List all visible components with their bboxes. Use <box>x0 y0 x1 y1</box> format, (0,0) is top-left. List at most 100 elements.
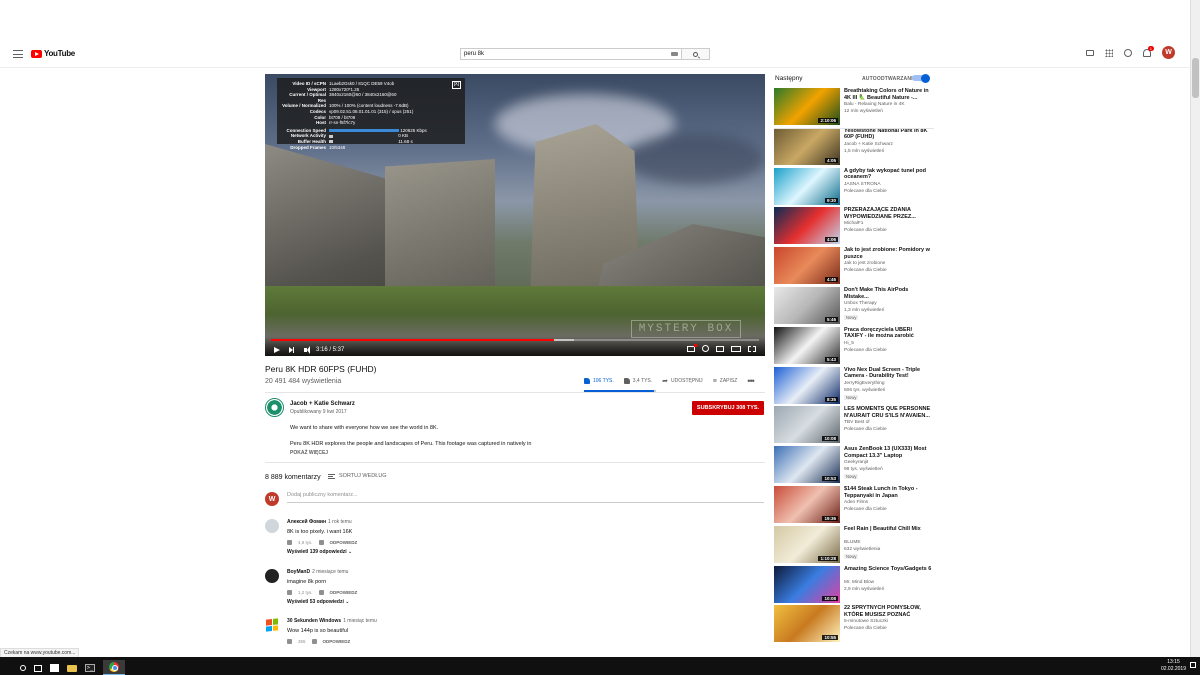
store-icon[interactable] <box>50 664 59 672</box>
search-button[interactable] <box>682 48 710 60</box>
recommended-channel[interactable]: Aden Films <box>844 500 868 505</box>
windows-logo-avatar[interactable] <box>265 617 279 632</box>
thumbs-down-icon[interactable] <box>311 639 317 644</box>
recommended-channel[interactable]: Mr. Mind Blow <box>844 580 874 585</box>
recommended-title[interactable]: Amazing Science Toys/Gadgets 6 <box>844 566 932 573</box>
account-avatar[interactable]: W <box>1162 46 1175 59</box>
recommended-title[interactable]: Breathtaking Colors of Nature in 4K III … <box>844 88 932 101</box>
recommended-title[interactable]: 22 SPRYTNYCH POMYSŁÓW, KTÓRE MUSISZ POZN… <box>844 605 932 618</box>
comment-author[interactable]: BoyManD <box>287 569 310 575</box>
comment-author[interactable]: Алексей Фомин <box>287 519 326 525</box>
recommended-title[interactable]: Asus ZenBook 13 (UX333) Most Compact 13.… <box>844 446 932 459</box>
action-center-icon[interactable] <box>1190 662 1196 668</box>
recommended-video[interactable]: 4:06 PRZERAŻAJĄCE ZDANIA WYPOWIEDZIANE PR… <box>774 207 934 245</box>
recommended-title[interactable]: PRZERAŻAJĄCE ZDANIA WYPOWIEDZIANE PRZEZ.… <box>844 207 932 220</box>
comment-author[interactable]: 30 Sekunden Windows <box>287 618 341 624</box>
view-replies-button[interactable]: Wyświetl 139 odpowiedzi ⌄ <box>287 549 352 555</box>
recommended-title[interactable]: Jak to jest zrobione: Pomidory w puszce <box>844 247 932 260</box>
video-thumbnail[interactable]: 4:06 <box>774 207 840 245</box>
keyboard-icon[interactable] <box>671 52 678 56</box>
video-player[interactable]: MYSTERY BOX [x] Video ID / sCPN 1Laeb2Gsk… <box>265 74 765 356</box>
dislike-button[interactable]: 3,4 TYS. <box>623 378 652 384</box>
reply-button[interactable]: ODPOWIEDZ <box>330 540 358 545</box>
reply-button[interactable]: ODPOWIEDZ <box>323 639 351 644</box>
recommended-video[interactable]: 10:53 Asus ZenBook 13 (UX333) Most Compac… <box>774 446 934 484</box>
share-button[interactable]: ➦ UDOSTĘPNIJ <box>662 377 703 385</box>
theater-mode-icon[interactable] <box>731 345 741 352</box>
video-thumbnail[interactable]: 1:10:28 <box>774 525 840 563</box>
video-thumbnail[interactable]: 4:05 <box>774 127 840 165</box>
video-thumbnail[interactable]: 8:35 <box>774 366 840 404</box>
recommended-channel[interactable]: Unbox Therapy <box>844 301 877 306</box>
play-icon[interactable] <box>274 347 280 353</box>
recommended-video[interactable]: 4:46 Jak to jest zrobione: Pomidory w pus… <box>774 247 934 285</box>
video-thumbnail[interactable]: 2:10:06 <box>774 88 840 125</box>
fullscreen-icon[interactable] <box>748 345 756 352</box>
video-thumbnail[interactable]: 10:53 <box>774 446 840 484</box>
channel-avatar[interactable] <box>265 398 284 417</box>
page-scrollbar[interactable] <box>1190 0 1200 657</box>
commenter-avatar[interactable] <box>265 569 279 583</box>
comment-time[interactable]: 2 miesiące temu <box>312 569 348 575</box>
video-thumbnail[interactable]: 5:43 <box>774 326 840 364</box>
messages-icon[interactable] <box>1124 48 1132 57</box>
recommended-channel[interactable]: Jak to jest zrobione <box>844 261 885 266</box>
video-thumbnail[interactable]: 4:46 <box>774 247 840 285</box>
progress-bar[interactable] <box>271 339 759 341</box>
video-thumbnail[interactable]: 5:46 <box>774 287 840 324</box>
settings-gear-icon[interactable] <box>702 345 709 352</box>
view-replies-button[interactable]: Wyświetl 53 odpowiedzi ⌄ <box>287 599 349 605</box>
recommended-channel[interactable]: MichalF1 <box>844 221 863 226</box>
thumbs-down-icon[interactable] <box>318 590 324 595</box>
recommended-channel[interactable]: Geekyranjit <box>844 460 868 465</box>
apps-grid-icon[interactable] <box>1105 48 1113 57</box>
recommended-channel[interactable]: BLUME <box>844 540 861 545</box>
thumbs-up-icon[interactable] <box>287 639 292 644</box>
recommended-title[interactable]: Praca doręczyciela UBER/ TAXIFY - ile mo… <box>844 327 932 340</box>
video-thumbnail[interactable]: 10:08 <box>774 406 840 444</box>
recommended-video[interactable]: 5:43 Praca doręczyciela UBER/ TAXIFY - il… <box>774 326 934 365</box>
miniplayer-icon[interactable] <box>716 345 724 352</box>
create-video-icon[interactable] <box>1086 49 1094 56</box>
autoplay-hd-icon[interactable] <box>687 343 697 352</box>
next-icon[interactable] <box>289 347 295 353</box>
recommended-title[interactable]: LES MOMENTS QUE PERSONNE N'AURAIT CRU S'… <box>844 406 932 419</box>
volume-icon[interactable] <box>304 346 310 354</box>
recommended-channel[interactable]: Jacob + Katie Schwarz <box>844 142 893 147</box>
video-thumbnail[interactable]: 10:55 <box>774 605 840 643</box>
recommended-channel[interactable]: Balu - Relaxing Nature in 4K <box>844 102 905 107</box>
recommended-video[interactable]: 4:05 Yellowstone National Park in 8K 60P … <box>774 127 934 166</box>
recommended-channel[interactable]: JerryRigEverything <box>844 381 885 386</box>
add-comment-input[interactable]: Dodaj publiczny komentarz... <box>287 492 764 503</box>
stats-close-button[interactable]: [x] <box>451 81 461 89</box>
save-button[interactable]: ≡ ZAPISZ <box>713 378 738 385</box>
notifications-bell-icon[interactable]: 1 <box>1143 45 1154 57</box>
start-icon[interactable] <box>4 664 12 672</box>
like-button[interactable]: 106 TYS. <box>584 378 614 384</box>
video-thumbnail[interactable]: 19:36 <box>774 486 840 523</box>
recommended-title[interactable]: A gdyby tak wykopać tunel pod oceanem? <box>844 168 932 181</box>
video-thumbnail[interactable]: 9:30 <box>774 167 840 205</box>
youtube-logo[interactable]: YouTube <box>31 49 75 58</box>
thumbs-down-icon[interactable] <box>318 540 324 545</box>
subscribe-button[interactable]: SUBSKRYBUJ 308 TYS. <box>692 401 764 415</box>
taskbar-search-icon[interactable] <box>20 665 26 671</box>
recommended-video[interactable]: 5:46 Don't Make This AirPods Mistake... Un… <box>774 287 934 325</box>
recommended-channel[interactable]: TBV Best of <box>844 420 870 425</box>
recommended-channel[interactable]: 5-minutowe Sztuczki <box>844 619 888 624</box>
more-actions-icon[interactable]: ••• <box>747 376 755 386</box>
comment-time[interactable]: 1 miesiąc temu <box>343 618 377 624</box>
recommended-channel[interactable]: JASNA STRONA <box>844 182 881 187</box>
autoplay-toggle[interactable] <box>912 73 930 83</box>
show-more-button[interactable]: POKAŻ WIĘCEJ <box>290 450 328 456</box>
commenter-avatar[interactable] <box>265 519 279 533</box>
thumbs-up-icon[interactable] <box>287 590 292 595</box>
recommended-video[interactable]: 19:36 $144 Steak Lunch in Tokyo - Teppany… <box>774 486 934 524</box>
taskbar-clock[interactable]: 13:15 02.02.2019 <box>1161 659 1186 673</box>
recommended-title[interactable]: Yellowstone National Park in 8K 60P (FUH… <box>844 128 932 141</box>
comment-time[interactable]: 1 rok temu <box>328 519 352 525</box>
terminal-icon[interactable]: >_ <box>85 664 95 672</box>
recommended-video[interactable]: 10:08 Amazing Science Toys/Gadgets 6 Mr. M… <box>774 565 934 604</box>
file-explorer-icon[interactable] <box>67 664 77 672</box>
search-input[interactable]: peru 8k <box>460 48 682 60</box>
